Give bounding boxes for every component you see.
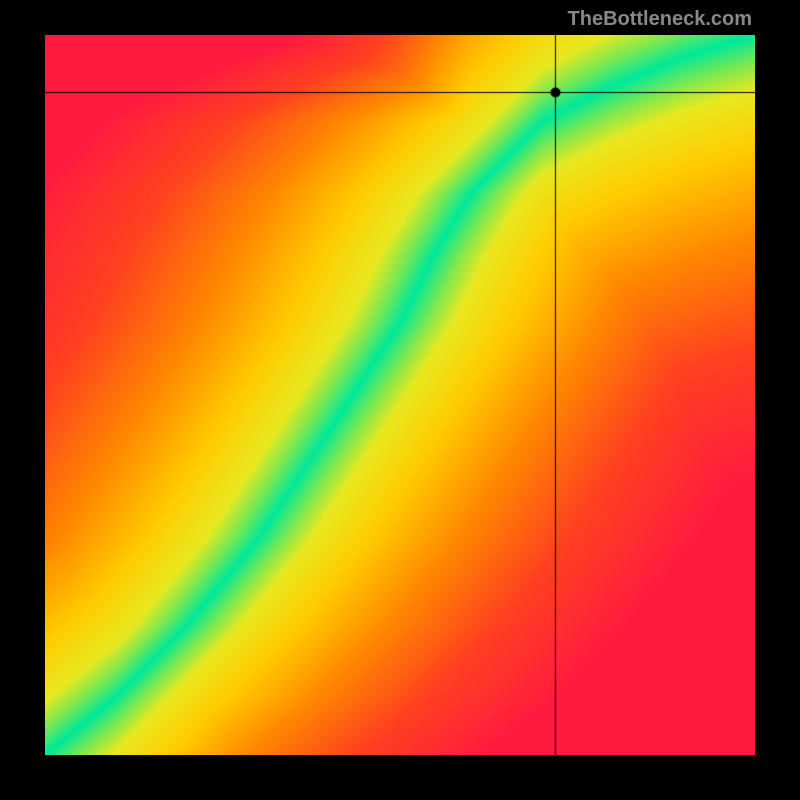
heatmap-canvas [45, 35, 755, 755]
heatmap-plot [45, 35, 755, 755]
attribution-text: TheBottleneck.com [568, 8, 752, 31]
